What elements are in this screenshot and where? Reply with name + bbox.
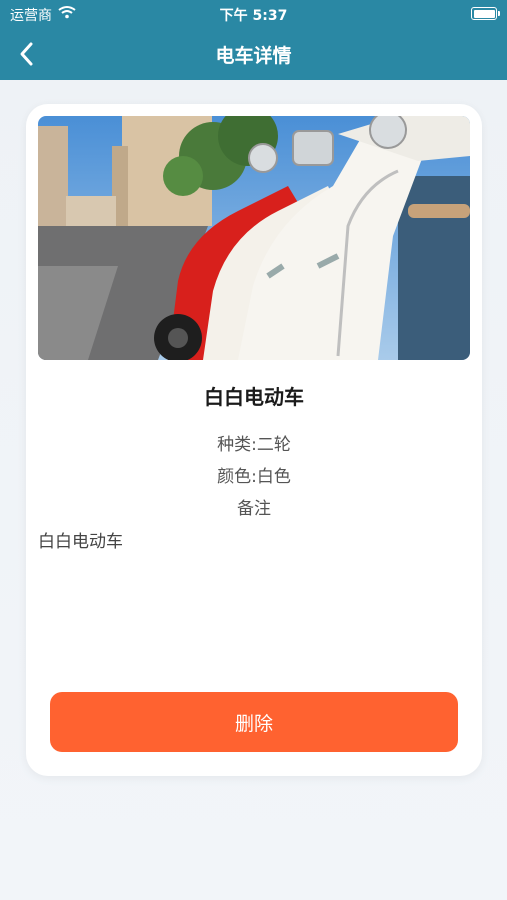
status-bar: 运营商 下午 5:37	[0, 0, 507, 28]
clock: 下午 5:37	[219, 8, 288, 24]
vehicle-detail-card: 白白电动车 种类:二轮 颜色:白色 备注 白白电动车 删除	[26, 104, 482, 776]
page-title: 电车详情	[215, 45, 292, 67]
note-label: 备注	[237, 499, 271, 519]
note-value: 白白电动车	[38, 532, 123, 552]
navigation-bar: 电车详情	[0, 28, 507, 80]
vehicle-color: 颜色:白色	[217, 467, 291, 487]
battery-tip	[498, 11, 500, 16]
vehicle-name: 白白电动车	[204, 385, 304, 409]
battery-icon	[471, 7, 497, 20]
vehicle-photo	[38, 116, 470, 360]
vehicle-type: 种类:二轮	[217, 435, 291, 455]
delete-button[interactable]: 删除	[50, 692, 458, 752]
